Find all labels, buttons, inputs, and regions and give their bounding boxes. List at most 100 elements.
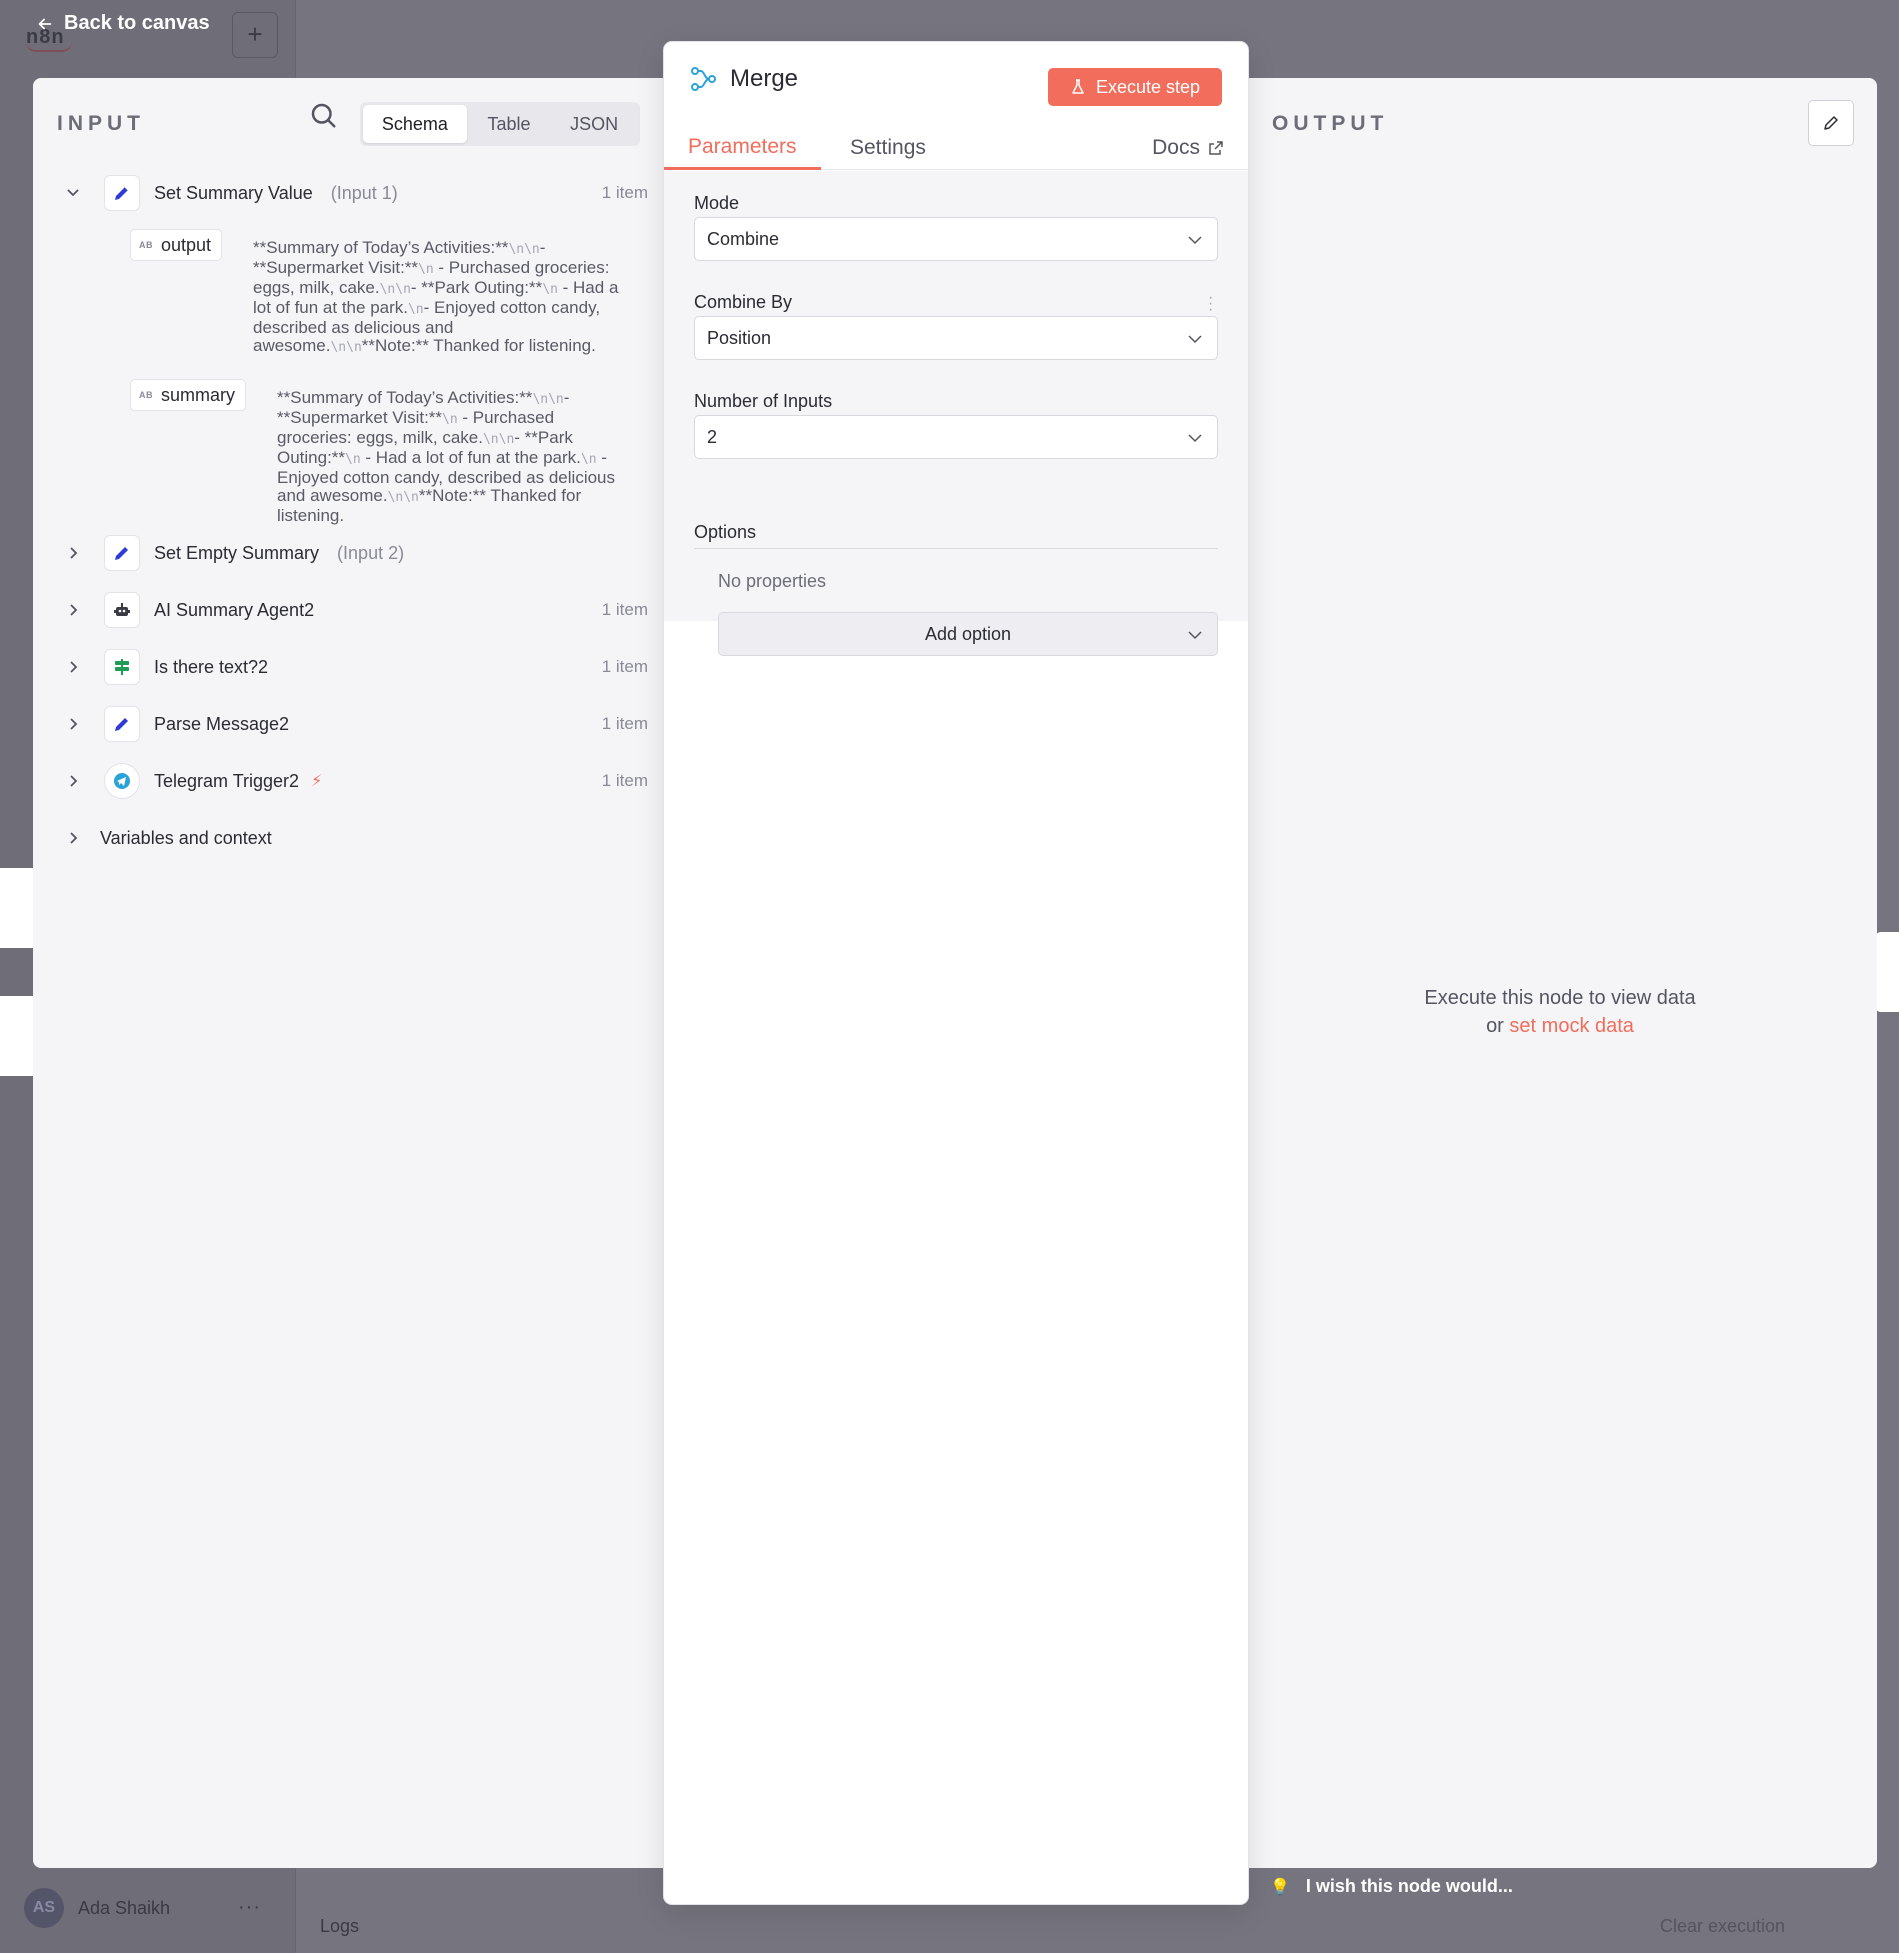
tab-parameters[interactable]: Parameters: [664, 126, 821, 170]
feedback-prompt[interactable]: 💡 I wish this node would...: [1270, 1876, 1513, 1897]
view-table[interactable]: Table: [469, 105, 550, 143]
node-name: Parse Message2: [154, 713, 290, 734]
user-name: Ada Shaikh: [78, 1897, 171, 1918]
tree-node-ai-summary-agent2[interactable]: AI Summary Agent2 1 item: [58, 590, 648, 630]
newline-marker: \n: [482, 432, 499, 447]
node-input-index: (Input 2): [337, 542, 405, 563]
chevron-down-icon[interactable]: [58, 178, 88, 208]
newline-marker: \n: [418, 262, 434, 277]
chevron-right-icon[interactable]: [58, 823, 88, 853]
search-icon: [311, 103, 336, 128]
tree-node-set-empty-summary[interactable]: Set Empty Summary (Input 2): [58, 533, 648, 573]
mode-label: Mode: [694, 193, 740, 213]
chevron-right-icon[interactable]: [58, 709, 88, 739]
tree-node-parse-message2[interactable]: Parse Message2 1 item: [58, 704, 648, 744]
field-name: summary: [161, 384, 236, 405]
output-panel: OUTPUT Execute this node to view data or…: [1240, 78, 1877, 1868]
edit-output-button[interactable]: [1808, 100, 1854, 146]
search-button[interactable]: [308, 100, 338, 130]
value-text: **Note:** Thanked for listening.: [361, 336, 596, 355]
avatar: AS: [24, 1888, 64, 1928]
mode-select[interactable]: Combine: [694, 217, 1218, 261]
view-toggle: Schema Table JSON: [360, 102, 640, 146]
node-input-index: (Input 1): [330, 182, 398, 203]
item-count: 1 item: [601, 771, 648, 790]
number-of-inputs-value: 2: [707, 426, 718, 447]
item-count: 1 item: [601, 183, 648, 202]
options-divider: [694, 548, 1218, 549]
node-name: Set Empty Summary: [154, 542, 320, 563]
newline-marker: \n: [508, 242, 525, 257]
newline-marker: \n: [524, 242, 540, 257]
variables-label: Variables and context: [100, 827, 272, 848]
chevron-down-icon: [1188, 236, 1202, 245]
chevron-right-icon[interactable]: [58, 652, 88, 682]
chevron-right-icon[interactable]: [58, 595, 88, 625]
field-pill-summary[interactable]: AB summary: [130, 379, 247, 411]
input-panel: INPUT Schema Table JSON Set Summary Valu…: [33, 78, 673, 1868]
node-name: AI Summary Agent2: [154, 599, 315, 620]
docs-label: Docs: [1152, 136, 1200, 159]
user-profile[interactable]: AS Ada Shaikh: [24, 1888, 170, 1928]
user-menu-button[interactable]: ···: [238, 1896, 261, 1919]
merge-icon: [691, 67, 716, 91]
add-workflow-button[interactable]: +: [232, 12, 278, 58]
field-pill-output[interactable]: AB output: [130, 229, 223, 261]
newline-marker: \n: [542, 282, 558, 297]
tree-node-set-summary-value[interactable]: Set Summary Value (Input 1) 1 item: [58, 173, 648, 213]
tab-settings[interactable]: Settings: [826, 126, 950, 170]
feedback-label: I wish this node would...: [1305, 1876, 1513, 1896]
chevron-right-icon[interactable]: [58, 538, 88, 568]
item-count: 1 item: [601, 600, 648, 619]
execute-step-label: Execute step: [1095, 76, 1201, 97]
pencil-icon: [104, 706, 140, 742]
tree-node-variables[interactable]: Variables and context: [58, 818, 648, 858]
view-schema[interactable]: Schema: [363, 105, 467, 143]
lightbulb-icon: 💡: [1270, 1878, 1290, 1896]
add-option-button[interactable]: Add option: [718, 612, 1218, 656]
input-title: INPUT: [57, 112, 145, 135]
robot-icon: [104, 592, 140, 628]
item-count: 1 item: [601, 657, 648, 676]
field-value-output: **Summary of Today’s Activities:**\n\n- …: [253, 239, 623, 357]
clear-execution-button[interactable]: Clear execution: [1660, 1916, 1785, 1937]
add-option-label: Add option: [924, 623, 1012, 644]
logs-label[interactable]: Logs: [320, 1916, 359, 1937]
newline-marker: \n: [532, 392, 549, 407]
number-of-inputs-select[interactable]: 2: [694, 415, 1218, 459]
field-value-summary: **Summary of Today’s Activities:**\n\n- …: [277, 389, 632, 525]
item-count: 1 item: [601, 714, 648, 733]
number-of-inputs-label: Number of Inputs: [694, 391, 833, 411]
back-to-canvas-button[interactable]: Back to canvas: [36, 12, 210, 35]
pencil-icon: [104, 535, 140, 571]
combine-by-value: Position: [707, 327, 772, 348]
string-type-icon: AB: [139, 390, 153, 400]
no-properties-text: No properties: [718, 571, 827, 591]
newline-marker: \n: [580, 452, 597, 467]
options-label: Options: [694, 522, 757, 542]
execute-step-button[interactable]: Execute step: [1048, 68, 1222, 106]
flask-icon: [1072, 79, 1084, 94]
set-mock-data-link[interactable]: set mock data: [1509, 1015, 1634, 1037]
arrow-left-icon: [38, 18, 52, 29]
canvas-node-edge: [1875, 932, 1899, 1012]
combine-by-label: Combine By: [694, 292, 793, 312]
value-text: **Summary of Today’s Activities:**: [277, 388, 533, 407]
docs-link[interactable]: Docs: [1152, 126, 1224, 170]
newline-marker: \n: [498, 432, 515, 447]
chevron-down-icon: [1188, 631, 1202, 640]
tree-node-telegram-trigger2[interactable]: Telegram Trigger2 ⚡ 1 item: [58, 761, 648, 801]
newline-marker: \n: [442, 412, 458, 427]
params-tabs: Parameters Settings Docs: [664, 126, 1248, 170]
signpost-icon: [104, 649, 140, 685]
combine-by-select[interactable]: Position: [694, 316, 1218, 360]
node-header: Merge: [688, 64, 798, 94]
parameter-options-icon[interactable]: · · ·: [1208, 290, 1213, 318]
pencil-icon: [104, 175, 140, 211]
tree-node-is-there-text2[interactable]: Is there text?2 1 item: [58, 647, 648, 687]
output-empty-state: Execute this node to view data or set mo…: [1320, 984, 1800, 1040]
or-text: or: [1486, 1015, 1504, 1037]
view-json[interactable]: JSON: [551, 105, 637, 143]
newline-marker: \n: [548, 392, 564, 407]
chevron-right-icon[interactable]: [58, 766, 88, 796]
